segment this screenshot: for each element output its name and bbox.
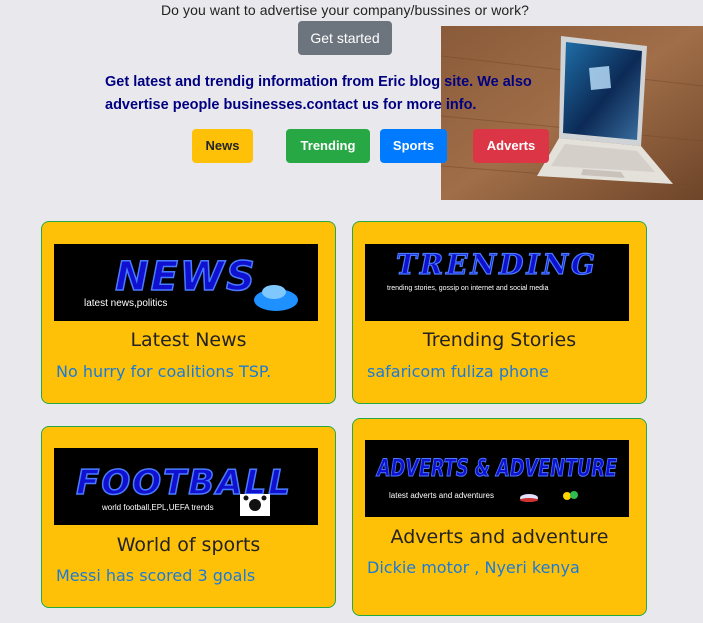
nav-sports-button[interactable]: Sports	[380, 129, 447, 163]
sports-headline-link[interactable]: Messi has scored 3 goals	[56, 566, 255, 585]
card-news: NEWS latest news,politics Latest News No…	[41, 221, 336, 404]
get-started-button[interactable]: Get started	[298, 21, 392, 55]
card-title-trending: Trending Stories	[422, 329, 577, 351]
shoe-icon	[520, 494, 538, 502]
news-banner-subtitle: latest news,politics	[84, 298, 167, 309]
trending-banner-title: TRENDING	[396, 248, 598, 281]
news-banner-title: NEWS	[115, 254, 257, 300]
adverts-banner: ADVERTS & ADVENTURE latest adverts and a…	[365, 440, 629, 517]
adverts-banner-title: ADVERTS & ADVENTURE	[376, 454, 618, 482]
card-title-sports: World of sports	[116, 534, 261, 556]
nav-trending-button[interactable]: Trending	[286, 129, 370, 163]
news-headline-link[interactable]: No hurry for coalitions TSP.	[56, 362, 271, 381]
card-title-adverts: Adverts and adventure	[390, 526, 609, 548]
trending-headline-link[interactable]: safaricom fuliza phone	[367, 362, 549, 381]
advertise-question: Do you want to advertise your company/bu…	[160, 2, 530, 18]
adverts-banner-subtitle: latest adverts and adventures	[389, 491, 494, 500]
card-adverts: ADVERTS & ADVENTURE latest adverts and a…	[352, 418, 647, 616]
news-banner: NEWS latest news,politics	[54, 244, 318, 321]
nav-news-button[interactable]: News	[192, 129, 253, 163]
trending-banner: TRENDING trending stories, gossip on int…	[365, 244, 629, 321]
toys-icon	[563, 491, 578, 500]
nav-adverts-button[interactable]: Adverts	[473, 129, 549, 163]
soccer-ball-icon	[240, 494, 270, 516]
card-trending: TRENDING trending stories, gossip on int…	[352, 221, 647, 404]
card-title-news: Latest News	[130, 329, 247, 351]
trending-banner-subtitle: trending stories, gossip on internet and…	[387, 285, 549, 292]
football-banner: FOOTBALL world football,EPL,UEFA trends	[54, 448, 318, 525]
globe-icon	[254, 285, 298, 311]
adverts-headline-link[interactable]: Dickie motor , Nyeri kenya	[367, 558, 580, 577]
site-tagline: Get latest and trendig information from …	[105, 74, 532, 113]
football-banner-subtitle: world football,EPL,UEFA trends	[101, 503, 214, 512]
card-sports: FOOTBALL world football,EPL,UEFA trends …	[41, 426, 336, 608]
